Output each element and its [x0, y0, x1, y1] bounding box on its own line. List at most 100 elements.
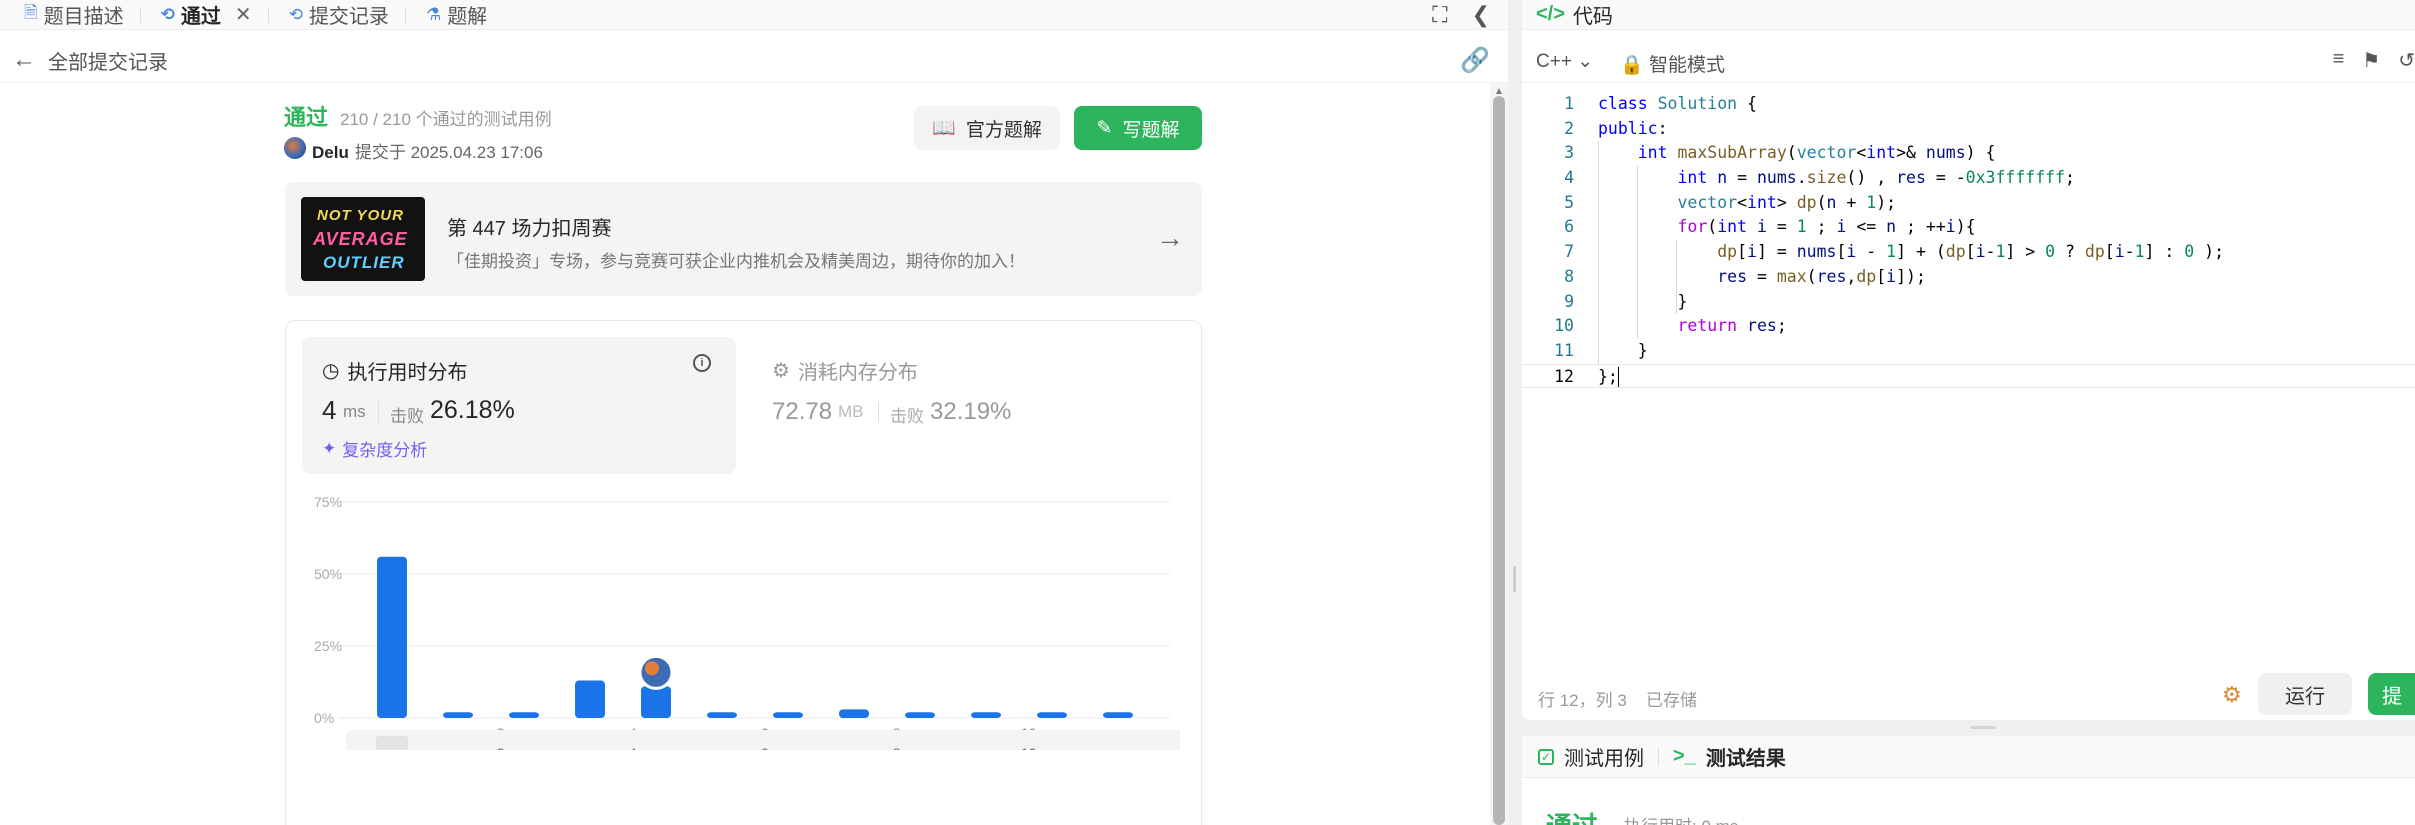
overview-bar: [376, 736, 408, 750]
chart-bar[interactable]: [839, 709, 869, 718]
tab-accepted-label: 通过: [180, 6, 221, 28]
scrollbar-thumb[interactable]: [1493, 96, 1505, 825]
line-number: 5: [1564, 192, 1574, 212]
chart-bar[interactable]: [707, 712, 737, 718]
banner-image-text: NOT YOUR: [317, 207, 404, 224]
memory-beat-label: 击败: [890, 407, 924, 426]
tab-test-result[interactable]: 测试结果: [1706, 742, 1786, 771]
chart-bar[interactable]: [773, 712, 803, 718]
tab-solutions[interactable]: ⚗ 题解: [416, 0, 497, 30]
editor-tools: ≡ ⚑ ↺: [2333, 48, 2415, 73]
y-tick-label: 25%: [314, 638, 342, 654]
submitter-name[interactable]: Delu: [312, 143, 349, 162]
code-line[interactable]: 11 }: [1522, 339, 2415, 364]
chart-bar[interactable]: [641, 686, 671, 718]
chart-bar[interactable]: [1103, 712, 1133, 718]
chart-bar[interactable]: [1037, 712, 1067, 718]
tab-submissions[interactable]: ⟲ 提交记录: [279, 0, 416, 30]
runtime-value: 4: [322, 395, 337, 425]
contest-banner[interactable]: NOT YOUR AVERAGE OUTLIER 第 447 场力扣周赛 「佳期…: [285, 182, 1202, 296]
test-result-time: 执行用时: 0 ms: [1624, 812, 1738, 825]
overview-tick-label: 6ms: [761, 745, 787, 750]
runtime-distribution-chart[interactable]: 75%50%25%0%2ms4ms6ms8ms10ms2ms4ms6ms8ms1…: [300, 490, 1180, 750]
y-tick-label: 75%: [314, 494, 342, 510]
bookmark-icon[interactable]: ⚑: [2362, 48, 2380, 73]
tab-separator: [139, 6, 141, 23]
code-line[interactable]: 12};: [1522, 363, 2415, 389]
book-icon: 📖: [932, 118, 956, 139]
official-solution-button[interactable]: 📖 官方题解: [914, 106, 1060, 150]
chart-bar[interactable]: [443, 712, 473, 718]
all-submissions-link[interactable]: 全部提交记录: [48, 46, 168, 75]
code-line[interactable]: 5 vector<int> dp(n + 1);: [1522, 191, 2415, 216]
contest-subtitle: 「佳期投资」专场，参与竞赛可获企业内推机会及精美周边，期待你的加入！: [447, 252, 1025, 271]
test-panel: ✓ 测试用例 >_ 测试结果 通过 执行用时: 0 ms: [1522, 736, 2415, 825]
run-button[interactable]: 运行: [2258, 673, 2352, 715]
mode-toggle[interactable]: 🔒 智能模式: [1620, 50, 1725, 77]
memory-value: 72.78: [772, 398, 833, 425]
reset-icon[interactable]: ↺: [2398, 48, 2415, 73]
code-line[interactable]: 10 return res;: [1522, 314, 2415, 339]
code-line[interactable]: 9 }: [1522, 290, 2415, 315]
language-select[interactable]: C++ ⌄: [1536, 50, 1593, 73]
format-icon[interactable]: ≡: [2333, 48, 2345, 73]
complexity-analysis-link[interactable]: ✦ 复杂度分析: [322, 436, 427, 461]
tab-testcase[interactable]: 测试用例: [1564, 742, 1644, 771]
save-status: 已存储: [1646, 691, 1697, 710]
tab-solutions-label: 题解: [447, 6, 488, 28]
chevron-left-icon[interactable]: ❮: [1472, 2, 1490, 28]
code-line[interactable]: 3 int maxSubArray(vector<int>& nums) {: [1522, 141, 2415, 166]
flask-icon: ⚗: [425, 4, 442, 24]
resize-handle[interactable]: [1513, 566, 1516, 592]
panel-divider[interactable]: [1508, 0, 1522, 825]
close-icon[interactable]: ✕: [235, 2, 252, 27]
memory-unit: MB: [838, 402, 864, 421]
code-line[interactable]: 8 res = max(res,dp[i]);: [1522, 265, 2415, 290]
info-icon[interactable]: i: [693, 354, 711, 372]
submission-status: 通过: [284, 105, 329, 130]
arrow-right-icon[interactable]: →: [1156, 222, 1184, 254]
chart-bar[interactable]: [575, 680, 605, 718]
submit-button[interactable]: 提: [2368, 673, 2415, 715]
line-number: 11: [1554, 340, 1574, 360]
tab-accepted[interactable]: ⟲ 通过 ✕: [151, 0, 279, 30]
divider-line: [1522, 82, 2415, 83]
fullscreen-icon[interactable]: ⛶: [1432, 2, 1447, 28]
link-icon[interactable]: 🔗: [1460, 46, 1490, 75]
code-line[interactable]: 2 public:: [1522, 117, 2415, 142]
tab-bar-actions: ⛶ ❮: [1432, 2, 1490, 28]
indent-guide: [1637, 166, 1638, 339]
memory-title-text: 消耗内存分布: [797, 362, 918, 384]
memory-tab[interactable]: ⚙ 消耗内存分布: [772, 356, 918, 385]
app-root: 🗎 题目描述 ⟲ 通过 ✕ ⟲ 提交记录 ⚗ 题解 ⛶ ❮ ← 全部提交记录 🔗…: [0, 0, 2415, 825]
code-area[interactable]: 1 class Solution {2 public: 3 int maxSubArr…: [1522, 92, 2415, 389]
avatar[interactable]: [284, 137, 306, 159]
assistant-icon[interactable]: ⚙: [2222, 682, 2242, 708]
chart-bar[interactable]: [905, 712, 935, 718]
y-tick-label: 50%: [314, 566, 342, 582]
vertical-resize-handle[interactable]: [1970, 726, 1996, 729]
left-tab-bar: 🗎 题目描述 ⟲ 通过 ✕ ⟲ 提交记录 ⚗ 题解 ⛶ ❮: [0, 0, 1508, 30]
chart-bar[interactable]: [377, 556, 407, 718]
line-number: 9: [1564, 291, 1574, 311]
contest-title: 第 447 场力扣周赛: [447, 218, 612, 240]
chart-bar[interactable]: [971, 712, 1001, 718]
write-solution-button[interactable]: ✎ 写题解: [1074, 106, 1202, 150]
chart-bar[interactable]: [509, 712, 539, 718]
edit-icon: ✎: [1096, 117, 1113, 139]
lock-icon: 🔒: [1620, 55, 1644, 76]
document-icon: 🗎: [24, 3, 38, 22]
code-editor-panel: </> 代码 C++ ⌄ 🔒 智能模式 ≡ ⚑ ↺ 1 class Solutio…: [1522, 0, 2415, 720]
code-line[interactable]: 4 int n = nums.size() , res = -0x3ffffff…: [1522, 166, 2415, 191]
code-line[interactable]: 7 dp[i] = nums[i - 1] + (dp[i-1] > 0 ? d…: [1522, 240, 2415, 265]
code-text: public:: [1598, 118, 1668, 138]
code-line[interactable]: 1 class Solution {: [1522, 92, 2415, 117]
tab-submissions-label: 提交记录: [308, 6, 389, 28]
line-number: 7: [1564, 242, 1574, 262]
tab-separator: [404, 6, 406, 23]
tab-description[interactable]: 🗎 题目描述: [14, 0, 151, 30]
back-arrow-icon[interactable]: ←: [12, 46, 36, 74]
submit-time: 提交于 2025.04.23 17:06: [354, 143, 543, 162]
code-line[interactable]: 6 for(int i = 1 ; i <= n ; ++i){: [1522, 215, 2415, 240]
y-tick-label: 0%: [314, 710, 334, 726]
